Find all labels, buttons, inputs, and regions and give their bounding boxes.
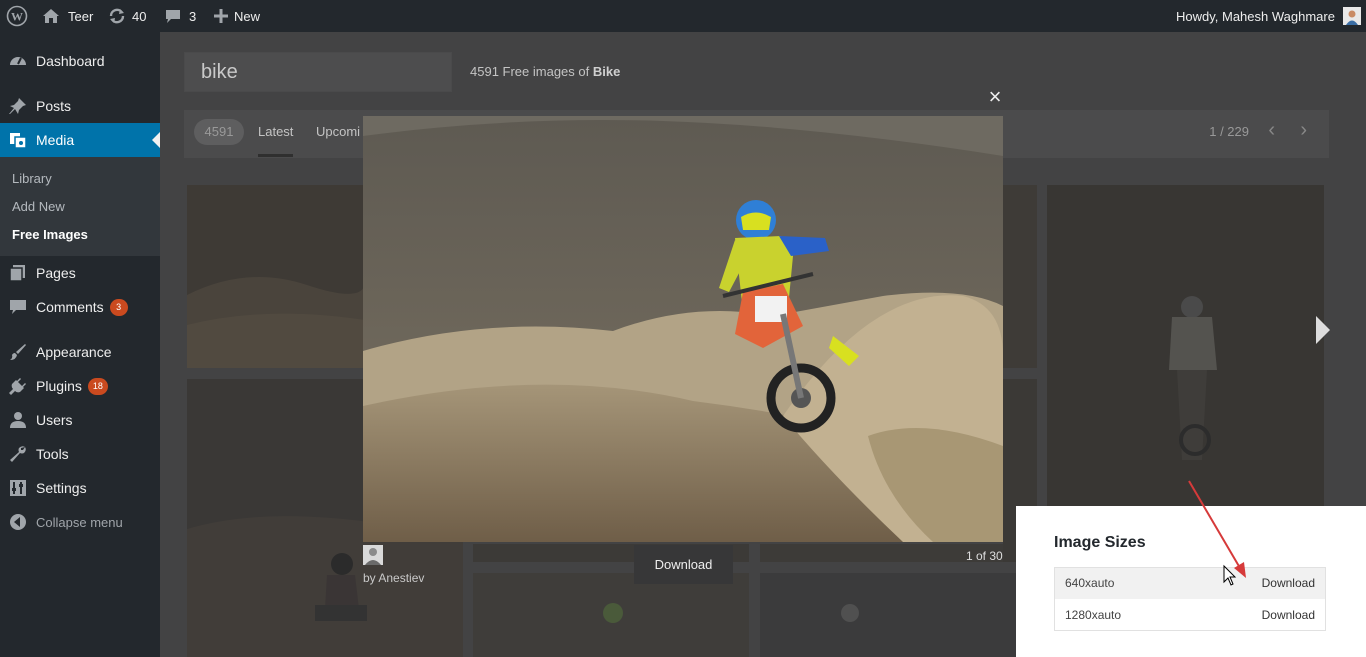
size-name: 640xauto — [1065, 576, 1115, 590]
home-icon — [42, 8, 60, 24]
total-count-pill: 4591 — [194, 119, 244, 145]
wrench-icon — [0, 445, 36, 463]
svg-text:W: W — [11, 10, 23, 24]
collapse-icon — [0, 513, 36, 531]
search-input[interactable]: bike — [184, 52, 452, 92]
menu-comments[interactable]: Comments 3 — [0, 290, 160, 324]
plug-icon — [0, 377, 36, 395]
collapse-menu-button[interactable]: Collapse menu — [0, 505, 160, 539]
greeting: Howdy, Mahesh Waghmare — [1176, 8, 1335, 24]
menu-users[interactable]: Users — [0, 403, 160, 437]
new-content-link[interactable]: New — [214, 0, 260, 32]
menu-media[interactable]: Media — [0, 123, 160, 157]
menu-pages[interactable]: Pages — [0, 256, 160, 290]
image-counter: 1 of 30 — [966, 549, 1003, 563]
lightbox-close-button[interactable]: × — [986, 86, 1004, 108]
tab-upcoming[interactable]: Upcomi — [316, 124, 360, 139]
menu-label: Settings — [36, 480, 87, 496]
site-home-link[interactable]: Teer — [42, 0, 93, 32]
lightbox-photo — [363, 116, 1003, 542]
menu-dashboard[interactable]: Dashboard — [0, 44, 160, 78]
next-page-icon[interactable]: › — [1300, 120, 1307, 140]
brush-icon — [0, 343, 36, 361]
result-summary: 4591 Free images of Bike — [470, 64, 620, 79]
media-submenu: Library Add New Free Images — [0, 157, 160, 256]
pin-icon — [0, 97, 36, 115]
submenu-library[interactable]: Library — [12, 171, 52, 186]
menu-tools[interactable]: Tools — [0, 437, 160, 471]
gallery-thumbnail[interactable] — [1047, 185, 1324, 506]
comments-link[interactable]: 3 — [165, 0, 196, 32]
menu-settings[interactable]: Settings — [0, 471, 160, 505]
menu-label: Media — [36, 132, 75, 148]
image-sizes-panel: Image Sizes 640xauto Download 1280xauto … — [1016, 506, 1366, 657]
result-term: Bike — [592, 64, 621, 79]
comments-badge: 3 — [109, 298, 128, 316]
gallery-thumbnail[interactable] — [187, 185, 365, 368]
current-menu-arrow — [152, 132, 160, 148]
menu-label: Comments — [36, 299, 104, 315]
menu-label: Posts — [36, 98, 72, 114]
new-label: New — [234, 8, 261, 24]
image-sizes-table: 640xauto Download 1280xauto Download — [1054, 567, 1326, 631]
next-image-arrow-icon[interactable] — [1310, 308, 1336, 352]
collapse-label: Collapse menu — [36, 514, 123, 530]
size-row: 640xauto Download — [1055, 568, 1325, 599]
gallery-thumbnail[interactable] — [473, 573, 749, 657]
my-account-link[interactable]: Howdy, Mahesh Waghmare — [1176, 0, 1361, 32]
prev-page-icon[interactable]: ‹ — [1268, 120, 1275, 140]
settings-icon — [0, 479, 36, 497]
wordpress-logo-icon[interactable]: W — [6, 0, 28, 32]
site-name: Teer — [68, 8, 94, 24]
menu-label: Dashboard — [36, 53, 105, 69]
updates-icon — [108, 7, 126, 25]
page-info: 1 / 229 — [1209, 124, 1249, 139]
size-download-link[interactable]: Download — [1262, 576, 1315, 590]
avatar — [1342, 7, 1361, 25]
updates-link[interactable]: 40 — [108, 0, 146, 32]
menu-label: Plugins — [36, 378, 82, 394]
result-count: 4591 Free images of — [470, 64, 590, 79]
user-icon — [0, 411, 36, 429]
menu-label: Pages — [36, 265, 76, 281]
updates-count: 40 — [132, 8, 147, 24]
menu-label: Appearance — [36, 344, 112, 360]
admin-menu: Dashboard Posts Media Library Add New Fr… — [0, 32, 160, 551]
submenu-free-images[interactable]: Free Images — [12, 227, 88, 242]
admin-bar: W Teer 40 3 New Howdy, Mahesh Waghmare — [0, 0, 1366, 32]
admin-sidebar: Dashboard Posts Media Library Add New Fr… — [0, 32, 160, 657]
comment-icon — [165, 8, 181, 24]
gallery-thumbnail[interactable] — [760, 573, 1016, 657]
menu-appearance[interactable]: Appearance — [0, 335, 160, 369]
size-row: 1280xauto Download — [1055, 600, 1325, 631]
author-avatar[interactable] — [363, 545, 383, 565]
comment-icon — [0, 298, 36, 316]
menu-posts[interactable]: Posts — [0, 89, 160, 123]
submenu-add-new[interactable]: Add New — [12, 199, 65, 214]
plus-icon — [214, 9, 228, 23]
size-download-link[interactable]: Download — [1262, 608, 1315, 622]
size-name: 1280xauto — [1065, 608, 1122, 622]
plugins-badge: 18 — [87, 377, 108, 395]
tab-latest[interactable]: Latest — [258, 124, 294, 157]
author-credit[interactable]: by Anestiev — [363, 571, 424, 585]
image-sizes-title: Image Sizes — [1054, 534, 1146, 551]
gallery-thumbnail[interactable] — [1003, 185, 1037, 368]
lightbox-download-button[interactable]: Download — [634, 545, 733, 584]
menu-plugins[interactable]: Plugins 18 — [0, 369, 160, 403]
menu-label: Tools — [36, 446, 69, 462]
media-icon — [0, 131, 36, 149]
menu-label: Users — [36, 412, 73, 428]
comments-count: 3 — [189, 8, 197, 24]
pages-icon — [0, 264, 36, 282]
dashboard-icon — [0, 52, 36, 70]
